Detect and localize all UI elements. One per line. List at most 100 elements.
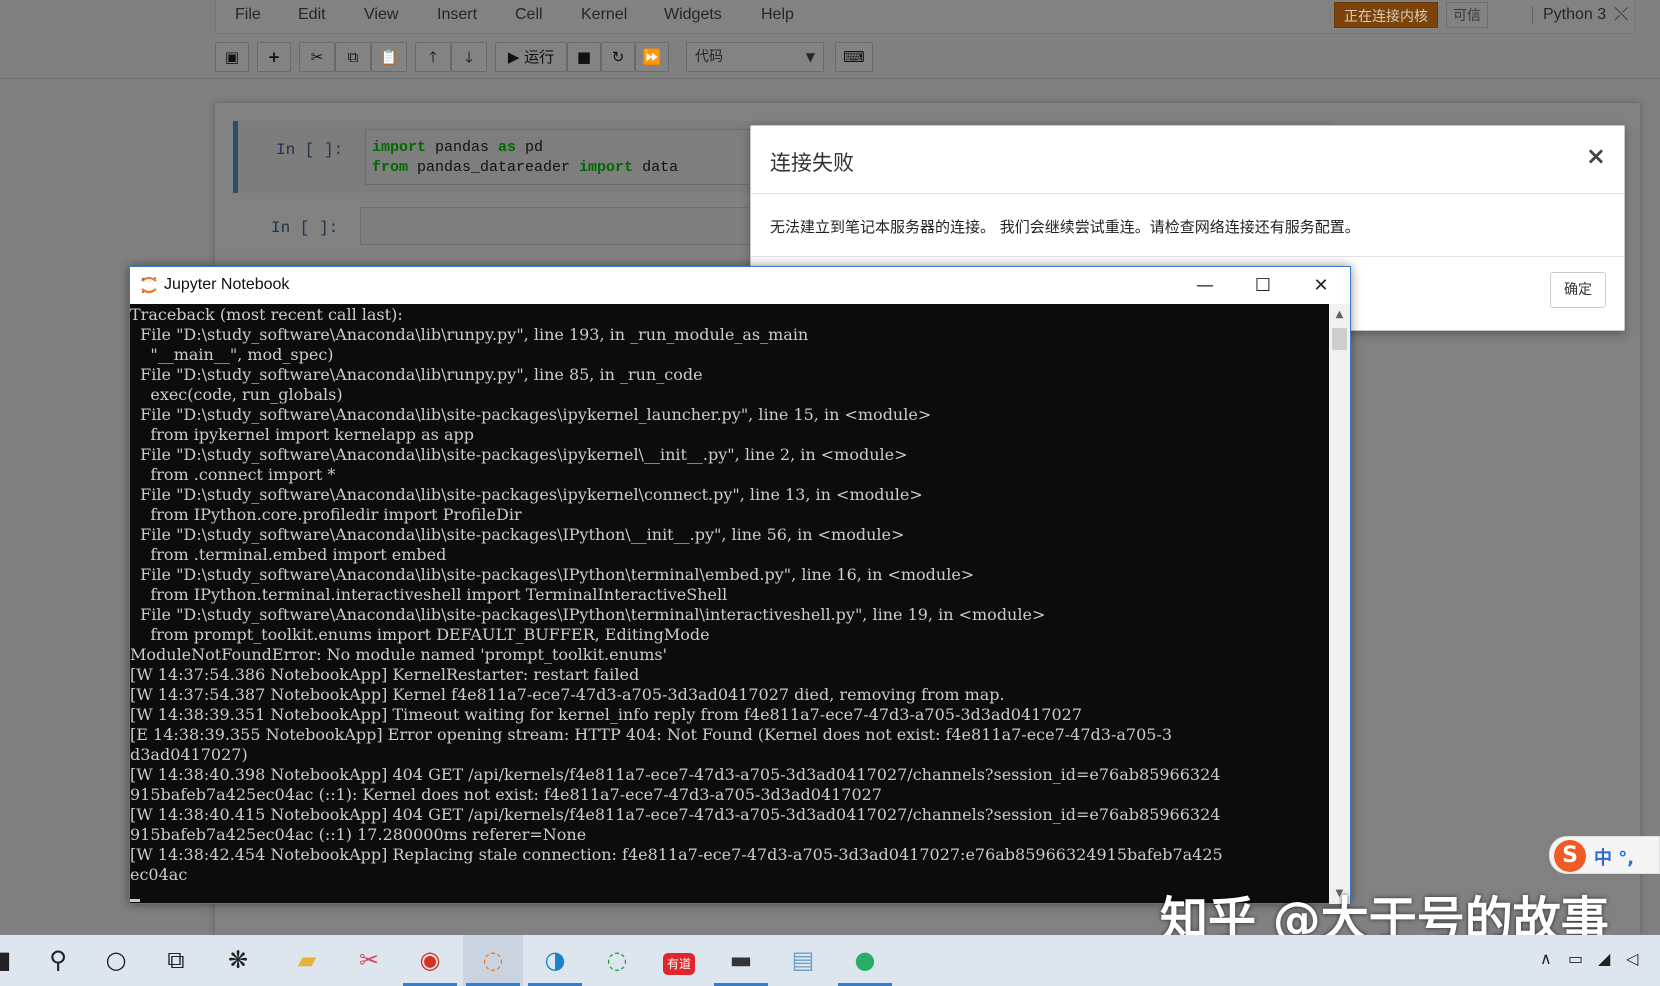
menu-widgets[interactable]: Widgets: [664, 6, 722, 24]
minimize-button[interactable]: —: [1176, 267, 1234, 304]
console-title-bar[interactable]: Jupyter Notebook — ☐ ✕: [130, 267, 1350, 304]
wechat-icon: ●: [854, 946, 876, 974]
taskbar-file-explorer[interactable]: ▰: [277, 935, 337, 986]
snipping-icon: ✂: [358, 946, 380, 974]
cut-button[interactable]: ✂: [299, 42, 335, 72]
sogou-icon: S: [1554, 840, 1586, 872]
console-line: ec04ac: [130, 865, 188, 884]
paste-button[interactable]: 📋: [371, 42, 407, 72]
run-icon: ▶: [507, 48, 520, 66]
move-down-button[interactable]: 🡓: [451, 42, 487, 72]
maximize-button[interactable]: ☐: [1234, 267, 1292, 304]
youdao-icon: 有道: [662, 953, 695, 975]
console-line: [W 14:38:40.415 NotebookApp] 404 GET /ap…: [130, 805, 1221, 824]
dialog-message: 无法建立到笔记本服务器的连接。 我们会继续尝试重连。请检查网络连接还有服务配置。: [770, 218, 1360, 236]
menu-cell[interactable]: Cell: [515, 6, 543, 24]
chrome-icon: ◉: [419, 946, 441, 974]
console-line: [W 14:38:42.454 NotebookApp] Replacing s…: [130, 845, 1223, 864]
wifi-icon[interactable]: ◢: [1598, 949, 1610, 968]
console-line: File "D:\study_software\Anaconda\lib\sit…: [130, 525, 905, 544]
insert-cell-button[interactable]: +: [257, 42, 291, 72]
console-line: 915bafeb7a425ec04ac (::1) 17.280000ms re…: [130, 825, 587, 844]
minimize-icon: —: [1196, 275, 1214, 296]
cell-prompt: In [ ]:: [271, 219, 339, 237]
console-window: Jupyter Notebook — ☐ ✕ Traceback (most r…: [129, 266, 1351, 904]
taskbar-jupyter[interactable]: ◌: [463, 935, 523, 986]
console-scrollbar[interactable]: ▲ ▼: [1329, 304, 1350, 904]
taskbar-app-green[interactable]: ◌: [587, 935, 647, 986]
arrow-up-icon: 🡑: [429, 48, 437, 66]
ime-mode: 中 °,: [1594, 848, 1635, 869]
close-button[interactable]: ✕: [1292, 267, 1350, 304]
taskbar-chrome[interactable]: ◉: [400, 935, 460, 986]
battery-icon[interactable]: ▭: [1568, 949, 1583, 968]
chevron-up-icon[interactable]: ∧: [1540, 949, 1552, 968]
dialog-title: 连接失败: [770, 151, 854, 175]
scroll-thumb[interactable]: [1332, 328, 1347, 350]
scroll-up-icon[interactable]: ▲: [1329, 304, 1350, 325]
close-icon: ✕: [1313, 275, 1329, 296]
console-title: Jupyter Notebook: [164, 276, 290, 293]
task-view-button[interactable]: ⧉: [146, 935, 206, 986]
cortana-button[interactable]: ○: [86, 935, 146, 986]
ok-button[interactable]: 确定: [1550, 272, 1606, 308]
header-divider: [0, 78, 1660, 79]
console-line: File "D:\study_software\Anaconda\lib\run…: [130, 365, 703, 384]
trusted-badge[interactable]: 可信: [1446, 2, 1488, 28]
taskbar-edge[interactable]: ◑: [525, 935, 585, 986]
menu-file[interactable]: File: [235, 6, 261, 24]
console-line: d3ad0417027): [130, 745, 248, 764]
cortana-icon: ○: [105, 946, 127, 974]
taskbar-wechat[interactable]: ●: [835, 935, 895, 986]
taskbar: ■ ⚲ ○ ⧉ ❋ ▰ ✂ ◉ ◌ ◑ ◌ 有道 ▬ ▤ ● ∧ ▭ ◢ ◁: [0, 935, 1660, 986]
move-up-button[interactable]: 🡑: [415, 42, 451, 72]
stop-icon: ■: [576, 48, 592, 66]
menu-view[interactable]: View: [364, 6, 398, 24]
menu-edit[interactable]: Edit: [298, 6, 326, 24]
save-icon: ▣: [224, 48, 240, 66]
fast-forward-icon: ⏩: [642, 48, 662, 66]
menu-insert[interactable]: Insert: [437, 6, 477, 24]
copy-icon: ⧉: [347, 48, 359, 66]
taskbar-terminal[interactable]: ▬: [711, 935, 771, 986]
console-line: [E 14:38:39.355 NotebookApp] Error openi…: [130, 725, 1173, 744]
console-line: [W 14:37:54.386 NotebookApp] KernelResta…: [130, 665, 640, 684]
task-view-icon: ⧉: [167, 946, 185, 974]
console-line: File "D:\study_software\Anaconda\lib\run…: [130, 325, 809, 344]
taskbar-notepad[interactable]: ▤: [773, 935, 833, 986]
console-line: 915bafeb7a425ec04ac (::1): Kernel does n…: [130, 785, 882, 804]
jupyter-icon: ◌: [482, 946, 504, 974]
restart-icon: ↻: [611, 48, 625, 66]
taskbar-youdao[interactable]: 有道: [649, 935, 709, 986]
console-line: from .connect import *: [130, 465, 336, 484]
console-cursor: [130, 899, 140, 902]
kernel-disconnected-icon: ⤬: [1614, 4, 1629, 25]
ime-toolbar[interactable]: S 中 °,: [1549, 836, 1660, 874]
kernel-status-badge: 正在连接内核: [1334, 2, 1438, 28]
run-label: 运行: [524, 48, 555, 66]
console-line: Traceback (most recent call last):: [130, 305, 403, 324]
restart-run-all-button[interactable]: ⏩: [635, 42, 669, 72]
start-button[interactable]: ■: [0, 935, 30, 986]
volume-icon[interactable]: ◁: [1626, 949, 1638, 968]
cell-type-select[interactable]: 代码 ▼: [686, 42, 824, 72]
console-line: from IPython.terminal.interactiveshell i…: [130, 585, 728, 604]
menu-help[interactable]: Help: [761, 6, 794, 24]
search-button[interactable]: ⚲: [28, 935, 88, 986]
close-icon[interactable]: ×: [1586, 142, 1606, 170]
console-line: [W 14:37:54.387 NotebookApp] Kernel f4e8…: [130, 685, 1005, 704]
run-button[interactable]: ▶ 运行: [495, 42, 567, 72]
edge-icon: ◑: [544, 946, 566, 974]
console-output[interactable]: Traceback (most recent call last): File …: [130, 304, 1330, 904]
menu-kernel[interactable]: Kernel: [581, 6, 627, 24]
command-palette-button[interactable]: ⌨: [835, 42, 873, 72]
paste-icon: 📋: [379, 48, 399, 66]
save-button[interactable]: ▣: [215, 42, 249, 72]
taskbar-snipping[interactable]: ✂: [339, 935, 399, 986]
copy-button[interactable]: ⧉: [335, 42, 371, 72]
interrupt-button[interactable]: ■: [567, 42, 601, 72]
refresh-app-icon: ◌: [606, 946, 628, 974]
taskbar-app[interactable]: ❋: [208, 935, 268, 986]
restart-button[interactable]: ↻: [601, 42, 635, 72]
dialog-header: 连接失败 ×: [751, 126, 1624, 194]
